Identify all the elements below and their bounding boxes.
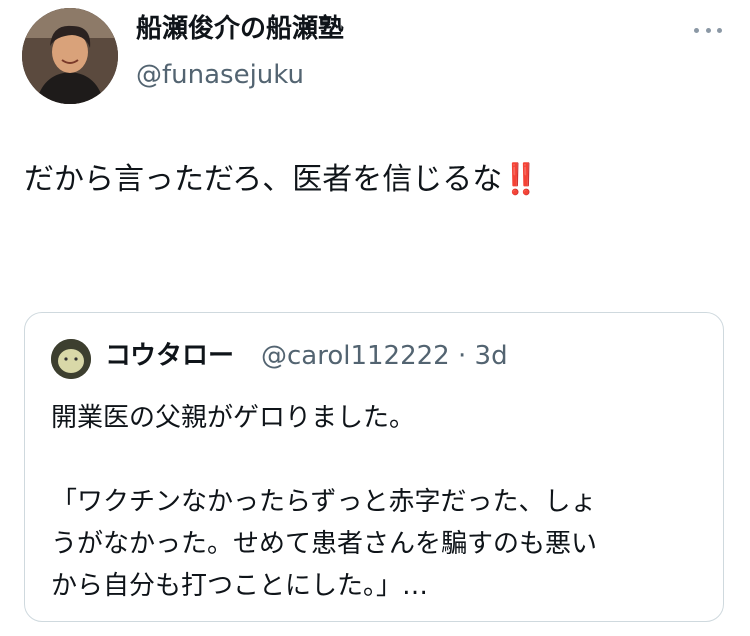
- quoted-line-3: うがなかった。せめて患者さんを騙すのも悪い: [51, 529, 598, 559]
- more-dot: [694, 27, 699, 33]
- quoted-author-name[interactable]: コウタロー: [105, 343, 234, 369]
- author-display-name[interactable]: 船瀬俊介の船瀬塾: [136, 16, 344, 42]
- quoted-author-avatar[interactable]: [51, 339, 91, 379]
- more-dot: [705, 27, 711, 33]
- quoted-line-4: から自分も打つことにした。」…: [51, 571, 429, 601]
- more-horizontal-icon[interactable]: [694, 22, 722, 38]
- quoted-line-1: 開業医の父親がゲロりました。: [51, 403, 416, 433]
- quoted-tweet-text: 開業医の父親がゲロりました。 「ワクチンなかったらずっと赤字だった、しょ うがな…: [51, 397, 711, 607]
- tweet-body: だから言っただろ、医者を信じるな: [24, 162, 503, 197]
- tweet-text: だから言っただろ、医者を信じるな‼️: [24, 162, 540, 198]
- double-exclamation-emoji: ‼️: [502, 162, 539, 197]
- quoted-tweet-card[interactable]: コウタロー @carol112222 · 3d 開業医の父親がゲロりました。 「…: [24, 312, 724, 622]
- more-dot: [717, 27, 722, 33]
- author-avatar[interactable]: [22, 8, 118, 104]
- quoted-author-meta[interactable]: @carol112222 · 3d: [261, 343, 508, 369]
- quoted-line-2: 「ワクチンなかったらずっと赤字だった、しょ: [51, 487, 597, 517]
- author-handle[interactable]: @funasejuku: [136, 62, 304, 88]
